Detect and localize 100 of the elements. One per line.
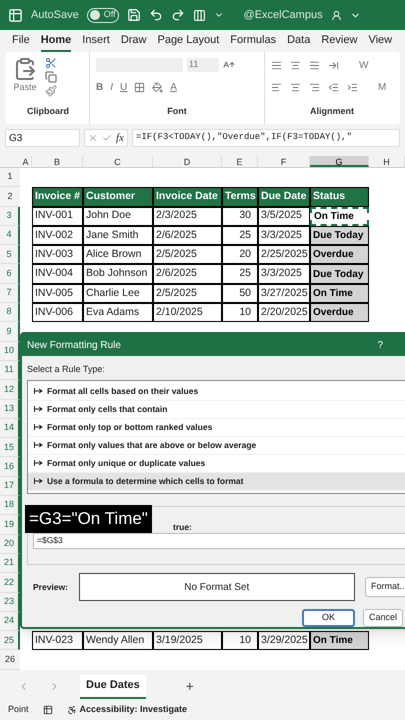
column-header[interactable]: H	[369, 156, 405, 167]
undo-icon[interactable]	[148, 8, 163, 22]
borders-icon[interactable]	[134, 82, 146, 92]
row-header[interactable]: 20	[0, 534, 20, 554]
row-header[interactable]: 16	[0, 457, 20, 477]
table-cell: Alice Brown	[83, 245, 153, 264]
bold-button[interactable]: B	[96, 80, 104, 94]
row-header[interactable]: 8	[0, 303, 20, 322]
column-header[interactable]: G	[310, 156, 369, 167]
row-header[interactable]: 22	[0, 573, 20, 593]
copy-icon[interactable]	[45, 71, 57, 83]
row-header[interactable]: 17	[0, 476, 20, 496]
help-button[interactable]: ?	[377, 338, 383, 352]
sheet-tab[interactable]: Due Dates	[80, 674, 146, 699]
row-header[interactable]: 25	[0, 631, 20, 650]
cancel-button[interactable]: Cancel	[363, 609, 403, 627]
enter-icon[interactable]	[102, 133, 112, 143]
column-header[interactable]: E	[222, 156, 258, 167]
formula-input[interactable]: =$G$3	[33, 532, 405, 548]
column-header[interactable]: D	[153, 156, 222, 167]
column-header[interactable]: C	[83, 156, 153, 167]
dialog-title: New Formatting Rule	[27, 338, 121, 352]
accessibility-status[interactable]: Accessibility: Investigate	[80, 703, 188, 717]
column-header[interactable]: B	[32, 156, 83, 167]
cancel-icon[interactable]	[88, 133, 98, 143]
autosave-toggle[interactable]: Off	[86, 8, 119, 22]
autosave-label: AutoSave	[31, 8, 79, 23]
rule-type-item[interactable]: Format only cells that contain	[28, 400, 405, 418]
wrap-text-label[interactable]: W	[359, 58, 368, 72]
format-painter-icon[interactable]	[45, 85, 57, 97]
column-header[interactable]: A	[20, 156, 32, 167]
menu-tab[interactable]: Insert	[82, 30, 110, 52]
table-cell: 3/3/2025	[258, 264, 310, 284]
add-sheet-button[interactable]: +	[186, 676, 194, 698]
top-align-icon[interactable]	[271, 60, 282, 70]
rule-type-item[interactable]: Format only unique or duplicate values	[28, 454, 405, 472]
middle-align-icon[interactable]	[290, 60, 301, 70]
form-icon[interactable]	[192, 8, 206, 22]
row-header[interactable]: 21	[0, 554, 20, 574]
font-size-field[interactable]: 11	[187, 58, 219, 72]
paste-label[interactable]: Paste	[13, 81, 36, 94]
row-header[interactable]: 19	[0, 515, 20, 535]
fill-color-icon[interactable]	[152, 82, 164, 92]
italic-button[interactable]: I	[110, 80, 114, 94]
accessibility-icon[interactable]	[66, 704, 77, 715]
menu-tab[interactable]: View	[368, 30, 392, 52]
row-header[interactable]: 18	[0, 496, 20, 516]
row-header[interactable]: 9	[0, 322, 20, 342]
paste-icon[interactable]	[13, 57, 37, 81]
menu-tab[interactable]: Page Layout	[157, 30, 220, 52]
row-header[interactable]: 5	[0, 245, 20, 264]
row-header[interactable]: 4	[0, 226, 20, 246]
row-header[interactable]: 1	[0, 168, 20, 188]
save-icon[interactable]	[126, 8, 141, 22]
ok-button[interactable]: OK	[302, 609, 355, 627]
menu-tab[interactable]: Data	[287, 30, 310, 52]
align-center-icon[interactable]	[290, 82, 301, 92]
underline-button[interactable]: U	[120, 80, 128, 94]
row-header[interactable]: 23	[0, 592, 20, 612]
row-header[interactable]: 14	[0, 418, 20, 438]
rule-type-item[interactable]: Use a formula to determine which cells to format	[28, 472, 405, 490]
group-label: Font	[167, 105, 187, 118]
row-header[interactable]: 10	[0, 342, 20, 361]
menu-tab[interactable]: Draw	[120, 30, 146, 52]
person-icon[interactable]	[330, 10, 342, 20]
align-left-icon[interactable]	[271, 82, 282, 92]
orientation-icon[interactable]	[328, 60, 339, 70]
row-header[interactable]: 13	[0, 400, 20, 419]
row-header[interactable]: 11	[0, 360, 20, 380]
row-header[interactable]: 6	[0, 264, 20, 284]
align-right-icon[interactable]	[309, 82, 320, 92]
decrease-indent-icon[interactable]	[328, 82, 339, 92]
table-cell: Wendy Allen	[83, 631, 153, 650]
format-button[interactable]: Format...	[364, 577, 405, 597]
rule-type-item[interactable]: Format only top or bottom ranked values	[28, 418, 405, 436]
row-header[interactable]: 2	[0, 187, 20, 207]
bottom-align-icon[interactable]	[309, 60, 320, 70]
row-header[interactable]: 15	[0, 438, 20, 458]
table-cell: INV-023	[32, 631, 83, 650]
table-cell: 2/5/2025	[153, 284, 222, 304]
cut-icon[interactable]	[45, 57, 57, 69]
name-box[interactable]: G3	[5, 129, 80, 147]
menu-tab[interactable]: Review	[321, 30, 358, 52]
font-color-button[interactable]: A	[170, 80, 177, 94]
insert-function-label[interactable]: fx	[116, 130, 124, 146]
row-header[interactable]: 12	[0, 380, 20, 400]
rule-type-item[interactable]: Format only values that are above or below average	[28, 436, 405, 454]
merge-label[interactable]: M	[378, 80, 386, 94]
table-cell: INV-002	[32, 226, 83, 246]
row-header[interactable]: 26	[0, 650, 20, 670]
formula-field[interactable]: =IF(F3<TODAY(),"Overdue",IF(F3=TODAY(),"	[132, 129, 400, 147]
menu-tab[interactable]: File	[12, 30, 30, 52]
sheet-icon[interactable]	[42, 704, 53, 715]
increase-indent-icon[interactable]	[347, 82, 358, 92]
table-cell: 3/19/2025	[153, 631, 222, 650]
row-header[interactable]: 3	[0, 206, 20, 226]
row-header[interactable]: 24	[0, 612, 20, 632]
row-header[interactable]: 7	[0, 284, 20, 304]
menu-tab[interactable]: Formulas	[230, 30, 276, 52]
redo-icon[interactable]	[170, 8, 185, 22]
